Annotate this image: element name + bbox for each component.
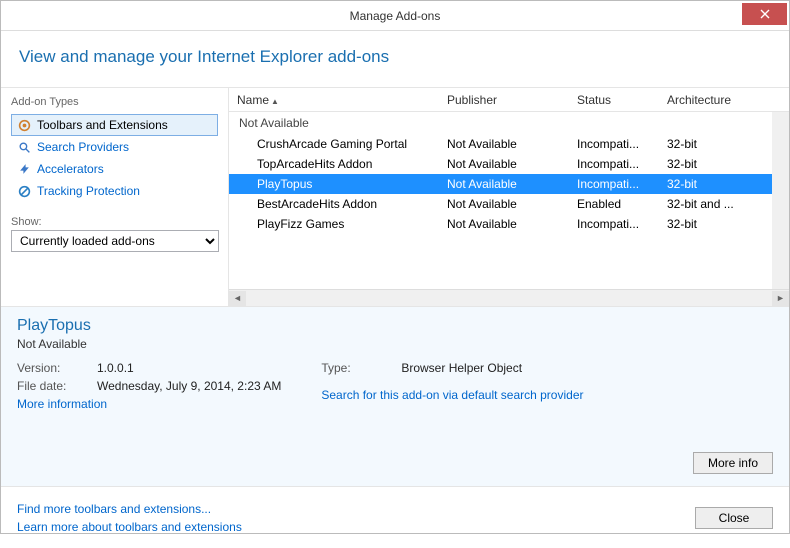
cell-status: Incompati... bbox=[569, 137, 659, 151]
stop-icon bbox=[17, 184, 31, 198]
cell-name: BestArcadeHits Addon bbox=[229, 197, 439, 211]
close-button[interactable]: Close bbox=[695, 507, 773, 529]
learn-more-link[interactable]: Learn more about toolbars and extensions bbox=[17, 520, 242, 534]
cell-publisher: Not Available bbox=[439, 157, 569, 171]
cell-status: Incompati... bbox=[569, 177, 659, 191]
details-grid: Version: 1.0.0.1 File date: Wednesday, J… bbox=[17, 361, 773, 411]
scroll-right-icon[interactable]: ► bbox=[772, 291, 789, 306]
main-area: Add-on Types Toolbars and Extensions Sea… bbox=[1, 88, 789, 306]
cell-status: Enabled bbox=[569, 197, 659, 211]
footer: Find more toolbars and extensions... Lea… bbox=[1, 486, 789, 548]
details-left: Version: 1.0.0.1 File date: Wednesday, J… bbox=[17, 361, 281, 411]
more-information-link[interactable]: More information bbox=[17, 397, 281, 411]
window-close-button[interactable] bbox=[742, 3, 787, 25]
cell-publisher: Not Available bbox=[439, 197, 569, 211]
col-header-name[interactable]: Name▲ bbox=[229, 93, 439, 107]
show-select[interactable]: Currently loaded add-ons bbox=[11, 230, 219, 252]
cell-arch: 32-bit bbox=[659, 157, 745, 171]
details-subtitle: Not Available bbox=[17, 337, 773, 351]
cell-arch: 32-bit bbox=[659, 137, 745, 151]
cell-name: CrushArcade Gaming Portal bbox=[229, 137, 439, 151]
details-title: PlayTopus bbox=[17, 317, 773, 335]
col-header-status[interactable]: Status bbox=[569, 93, 659, 107]
type-value: Browser Helper Object bbox=[401, 361, 583, 384]
addon-list: Name▲ Publisher Status Architecture Not … bbox=[229, 88, 789, 306]
gear-icon bbox=[17, 118, 31, 132]
group-row[interactable]: Not Available bbox=[229, 112, 789, 134]
search-icon bbox=[17, 140, 31, 154]
cell-arch: 32-bit bbox=[659, 217, 745, 231]
table-row[interactable]: PlayTopus Not Available Incompati... 32-… bbox=[229, 174, 789, 194]
find-more-link[interactable]: Find more toolbars and extensions... bbox=[17, 502, 211, 516]
cell-publisher: Not Available bbox=[439, 217, 569, 231]
cell-publisher: Not Available bbox=[439, 177, 569, 191]
version-label: Version: bbox=[17, 361, 97, 375]
page-header: View and manage your Internet Explorer a… bbox=[1, 31, 789, 88]
sidebar: Add-on Types Toolbars and Extensions Sea… bbox=[1, 88, 229, 306]
sidebar-item-tracking[interactable]: Tracking Protection bbox=[11, 180, 218, 202]
sidebar-item-toolbars[interactable]: Toolbars and Extensions bbox=[11, 114, 218, 136]
accelerator-icon bbox=[17, 162, 31, 176]
cell-status: Incompati... bbox=[569, 217, 659, 231]
type-label: Type: bbox=[321, 361, 401, 384]
horizontal-scrollbar[interactable]: ◄ ► bbox=[229, 289, 789, 306]
cell-name: PlayFizz Games bbox=[229, 217, 439, 231]
sidebar-title: Add-on Types bbox=[11, 96, 218, 108]
col-header-publisher[interactable]: Publisher bbox=[439, 93, 569, 107]
sidebar-item-label: Search Providers bbox=[37, 140, 129, 154]
scroll-left-icon[interactable]: ◄ bbox=[229, 291, 246, 306]
filedate-label: File date: bbox=[17, 379, 97, 393]
sidebar-item-label: Toolbars and Extensions bbox=[37, 118, 168, 132]
more-info-button[interactable]: More info bbox=[693, 452, 773, 474]
titlebar: Manage Add-ons bbox=[1, 1, 789, 31]
sidebar-item-label: Accelerators bbox=[37, 162, 104, 176]
cell-arch: 32-bit bbox=[659, 177, 745, 191]
col-header-architecture[interactable]: Architecture bbox=[659, 93, 745, 107]
table-row[interactable]: TopArcadeHits Addon Not Available Incomp… bbox=[229, 154, 789, 174]
close-icon bbox=[760, 9, 770, 19]
cell-arch: 32-bit and ... bbox=[659, 197, 745, 211]
show-label: Show: bbox=[11, 216, 218, 228]
footer-links: Find more toolbars and extensions... Lea… bbox=[17, 500, 242, 536]
table-row[interactable]: PlayFizz Games Not Available Incompati..… bbox=[229, 214, 789, 234]
sort-asc-icon: ▲ bbox=[271, 97, 279, 106]
cell-status: Incompati... bbox=[569, 157, 659, 171]
cell-publisher: Not Available bbox=[439, 137, 569, 151]
table-header: Name▲ Publisher Status Architecture bbox=[229, 88, 789, 112]
window-title: Manage Add-ons bbox=[1, 9, 789, 23]
cell-name: PlayTopus bbox=[229, 177, 439, 191]
version-value: 1.0.0.1 bbox=[97, 361, 281, 375]
table-row[interactable]: BestArcadeHits Addon Not Available Enabl… bbox=[229, 194, 789, 214]
filedate-value: Wednesday, July 9, 2014, 2:23 AM bbox=[97, 379, 281, 393]
search-addon-link[interactable]: Search for this add-on via default searc… bbox=[321, 388, 583, 411]
sidebar-item-search[interactable]: Search Providers bbox=[11, 136, 218, 158]
sidebar-item-label: Tracking Protection bbox=[37, 184, 140, 198]
table-row[interactable]: CrushArcade Gaming Portal Not Available … bbox=[229, 134, 789, 154]
sidebar-item-accelerators[interactable]: Accelerators bbox=[11, 158, 218, 180]
cell-name: TopArcadeHits Addon bbox=[229, 157, 439, 171]
vertical-scrollbar[interactable] bbox=[772, 112, 789, 289]
details-panel: PlayTopus Not Available Version: 1.0.0.1… bbox=[1, 306, 789, 486]
details-right: Type: Browser Helper Object Search for t… bbox=[321, 361, 583, 411]
